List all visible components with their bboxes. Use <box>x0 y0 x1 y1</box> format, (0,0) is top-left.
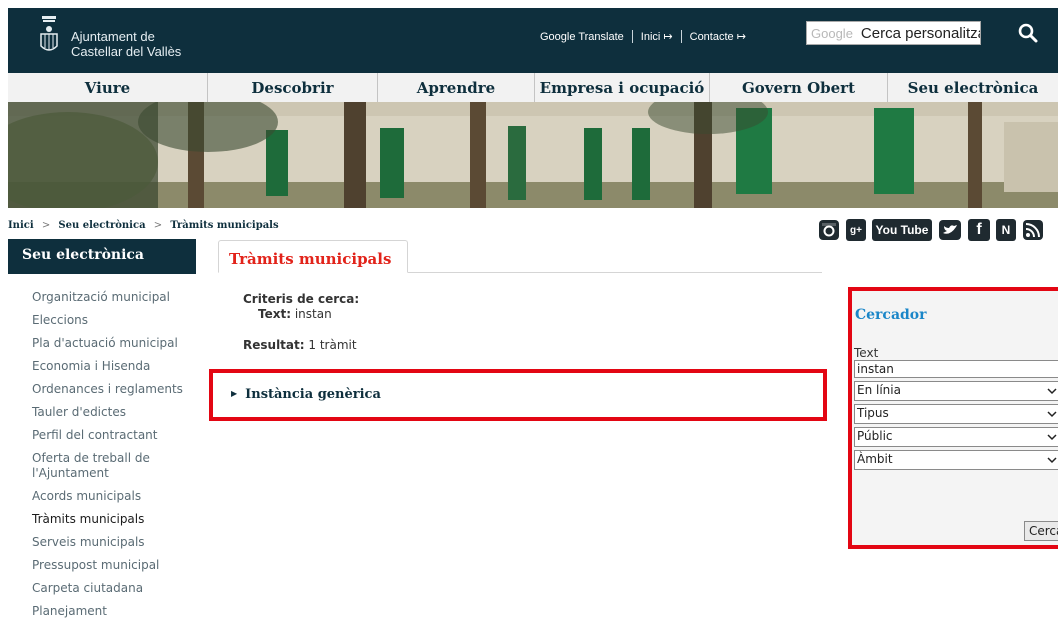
breadcrumb-separator: > <box>41 220 51 231</box>
breadcrumb-tramits: Tràmits municipals <box>170 220 279 231</box>
sidebar-item-planejament[interactable]: Planejament <box>32 604 192 619</box>
google-translate-link[interactable]: Google Translate <box>540 31 624 43</box>
sidebar-item-pla-actuacio[interactable]: Pla d'actuació municipal <box>32 336 192 351</box>
sidebar-item-acords[interactable]: Acords municipals <box>32 489 192 504</box>
breadcrumb: Inici > Seu electrònica > Tràmits munici… <box>8 220 279 231</box>
chevron-down-icon <box>1047 434 1057 441</box>
sidebar-item-oferta-treball[interactable]: Oferta de treball de l'Ajuntament <box>32 451 192 481</box>
select-ambit[interactable]: Àmbit <box>854 450 1058 470</box>
select-en-linia-value: En línia <box>857 383 901 397</box>
sidebar-item-tramits[interactable]: Tràmits municipals <box>32 512 192 527</box>
nav-item-aprendre[interactable]: Aprendre <box>378 73 535 102</box>
breadcrumb-separator: > <box>153 220 163 231</box>
sidebar-item-perfil-contractant[interactable]: Perfil del contractant <box>32 428 192 443</box>
top-header: Ajuntament de Castellar del Vallès Googl… <box>8 8 1058 70</box>
sidebar-item-serveis[interactable]: Serveis municipals <box>32 535 192 550</box>
bullet-triangle-icon: ▶ <box>231 388 238 398</box>
twitter-icon[interactable] <box>938 219 962 241</box>
inici-link[interactable]: Inici ↦ <box>641 30 673 43</box>
sidebar-item-eleccions[interactable]: Eleccions <box>32 313 192 328</box>
result-summary: Resultat: 1 tràmit <box>243 338 357 352</box>
search-brand: Google <box>811 25 853 41</box>
logo-line-1: Ajuntament de <box>71 29 155 44</box>
facebook-icon[interactable]: f <box>968 219 990 241</box>
criteria-text: Text: instan <box>258 307 332 321</box>
criteria-text-value: instan <box>294 307 332 321</box>
search-icon[interactable] <box>1016 21 1040 45</box>
google-plus-icon[interactable]: g+ <box>846 219 866 241</box>
logo-line-2: Castellar del Vallès <box>71 44 182 59</box>
nav-item-govern-obert[interactable]: Govern Obert <box>710 73 888 102</box>
search-panel: Cercador Text instan En línia Tipus Públ… <box>848 287 1058 549</box>
nav-item-empresa[interactable]: Empresa i ocupació <box>535 73 710 102</box>
select-public-value: Públic <box>857 429 893 443</box>
search-submit-button[interactable]: Cercar <box>1024 521 1058 541</box>
select-tipus-value: Tipus <box>857 406 889 420</box>
result-item-label: Instància genèrica <box>245 387 381 402</box>
chevron-down-icon <box>1047 411 1057 418</box>
crest-icon <box>40 16 58 51</box>
criteria-label: Criteris de cerca: <box>243 292 360 306</box>
sidebar-item-ordenances[interactable]: Ordenances i reglaments <box>32 382 192 397</box>
nav-item-descobrir[interactable]: Descobrir <box>208 73 378 102</box>
select-ambit-value: Àmbit <box>857 452 893 466</box>
breadcrumb-seu-electronica[interactable]: Seu electrònica <box>58 220 145 231</box>
select-public[interactable]: Públic <box>854 427 1058 447</box>
sidebar-item-pressupost[interactable]: Pressupost municipal <box>32 558 192 573</box>
sidebar-title: Seu electrònica <box>8 239 196 274</box>
breadcrumb-inici[interactable]: Inici <box>8 220 34 231</box>
result-highlight-box: ▶ Instància genèrica <box>209 369 827 421</box>
text-field-label: Text <box>854 346 879 360</box>
nav-item-viure[interactable]: Viure <box>8 73 208 102</box>
result-item-link[interactable]: ▶ Instància genèrica <box>231 387 381 402</box>
search-panel-title: Cercador <box>855 307 927 323</box>
contacte-link[interactable]: Contacte ↦ <box>690 30 746 43</box>
sidebar-item-organitzacio[interactable]: Organització municipal <box>32 290 192 305</box>
page-title-tab: Tràmits municipals <box>218 240 408 273</box>
chevron-down-icon <box>1047 388 1057 395</box>
text-field[interactable]: instan <box>854 360 1058 378</box>
n-icon[interactable]: N <box>996 219 1016 241</box>
sidebar-menu: Organització municipal Eleccions Pla d'a… <box>32 290 192 627</box>
link-divider <box>680 30 682 43</box>
top-links: Google Translate Inici ↦ Contacte ↦ <box>540 30 746 43</box>
result-count: 1 tràmit <box>308 338 357 352</box>
link-divider <box>631 30 633 43</box>
sidebar-item-tauler[interactable]: Tauler d'edictes <box>32 405 192 420</box>
result-label: Resultat: <box>243 338 305 352</box>
site-logo[interactable]: Ajuntament de Castellar del Vallès <box>38 14 182 64</box>
banner-image <box>8 102 1058 208</box>
nav-item-seu-electronica[interactable]: Seu electrònica <box>888 73 1058 102</box>
sidebar-item-carpeta[interactable]: Carpeta ciutadana <box>32 581 192 596</box>
search-value: Cerca personalitzada <box>860 24 980 42</box>
select-tipus[interactable]: Tipus <box>854 404 1058 424</box>
rss-icon[interactable] <box>1022 219 1044 241</box>
building-photo <box>8 102 1058 208</box>
main-nav: Viure Descobrir Aprendre Empresa i ocupa… <box>8 70 1058 102</box>
select-en-linia[interactable]: En línia <box>854 381 1058 401</box>
chevron-down-icon <box>1047 457 1057 464</box>
search-input[interactable]: Google Cerca personalitzada <box>806 21 981 45</box>
youtube-icon[interactable]: You Tube <box>872 219 932 241</box>
social-links: g+ You Tube f N <box>818 219 1044 241</box>
criteria-text-label: Text: <box>258 307 292 321</box>
instagram-icon[interactable] <box>818 219 840 241</box>
sidebar-item-economia[interactable]: Economia i Hisenda <box>32 359 192 374</box>
